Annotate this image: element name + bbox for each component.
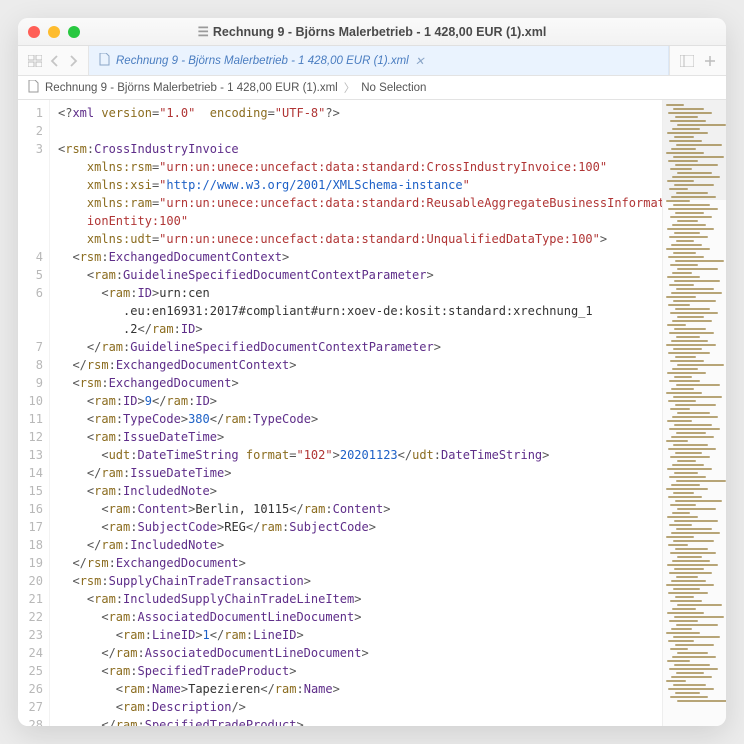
breadcrumb[interactable]: Rechnung 9 - Björns Malerbetrieb - 1 428… bbox=[18, 76, 726, 100]
editor-window: ☰Rechnung 9 - Björns Malerbetrieb - 1 42… bbox=[18, 18, 726, 726]
minimap[interactable] bbox=[662, 100, 726, 726]
line-gutter: 1234567891011121314151617181920212223242… bbox=[18, 100, 50, 726]
sidebar-toggle-icon[interactable] bbox=[28, 55, 42, 67]
tab-label: Rechnung 9 - Björns Malerbetrieb - 1 428… bbox=[116, 55, 409, 67]
file-icon bbox=[28, 80, 39, 96]
toolbar: Rechnung 9 - Björns Malerbetrieb - 1 428… bbox=[18, 46, 726, 76]
main-area: 1234567891011121314151617181920212223242… bbox=[18, 100, 726, 726]
nav-group bbox=[18, 46, 89, 75]
file-icon bbox=[99, 53, 110, 69]
breadcrumb-file: Rechnung 9 - Björns Malerbetrieb - 1 428… bbox=[45, 82, 338, 94]
code-editor[interactable]: 1234567891011121314151617181920212223242… bbox=[18, 100, 662, 726]
breadcrumb-selection: No Selection bbox=[361, 82, 426, 94]
forward-icon[interactable] bbox=[68, 55, 78, 67]
traffic-lights bbox=[28, 26, 80, 38]
chevron-right-icon: 〉 bbox=[344, 80, 356, 96]
outline-icon[interactable] bbox=[680, 55, 694, 67]
close-icon[interactable] bbox=[28, 26, 40, 38]
code-content[interactable]: <?xml version="1.0" encoding="UTF-8"?> <… bbox=[50, 100, 662, 726]
tab-file[interactable]: Rechnung 9 - Björns Malerbetrieb - 1 428… bbox=[89, 46, 669, 75]
minimize-icon[interactable] bbox=[48, 26, 60, 38]
toolbar-right bbox=[669, 46, 726, 75]
tab-close-icon[interactable]: ✕ bbox=[415, 54, 425, 68]
window-title: ☰Rechnung 9 - Björns Malerbetrieb - 1 42… bbox=[18, 24, 726, 39]
zoom-icon[interactable] bbox=[68, 26, 80, 38]
window-titlebar[interactable]: ☰Rechnung 9 - Björns Malerbetrieb - 1 42… bbox=[18, 18, 726, 46]
add-icon[interactable] bbox=[704, 55, 716, 67]
back-icon[interactable] bbox=[50, 55, 60, 67]
